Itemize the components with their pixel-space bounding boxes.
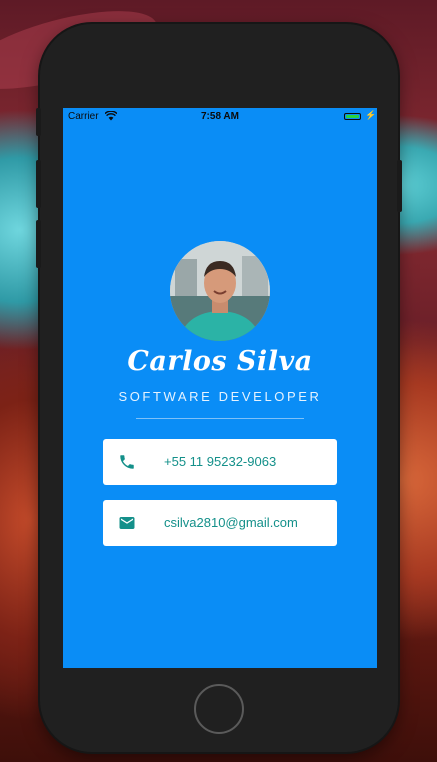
phone-side-button-silent [36, 108, 41, 136]
home-button[interactable] [194, 684, 244, 734]
charging-bolt-icon: ⚡ [365, 110, 377, 120]
divider [136, 418, 304, 419]
profile-name: Carlos Silva [127, 346, 313, 377]
email-icon [119, 517, 135, 529]
status-bar: Carrier 7:58 AM ⚡ [63, 108, 377, 126]
profile-role: SOFTWARE DEVELOPER [118, 389, 322, 404]
phone-side-button-volume-down [36, 220, 41, 268]
phone-icon [120, 455, 134, 469]
email-contact-card[interactable]: csilva2810@gmail.com [103, 500, 337, 546]
status-time: 7:58 AM [201, 111, 239, 122]
email-address-text: csilva2810@gmail.com [164, 515, 298, 530]
avatar [170, 241, 270, 341]
phone-side-button-volume-up [36, 160, 41, 208]
avatar-photo [170, 241, 270, 341]
battery-icon [344, 113, 361, 120]
app-screen: Carrier 7:58 AM ⚡ Carlos Silva SOFTWARE … [63, 108, 377, 668]
phone-side-button-power [397, 160, 402, 212]
phone-number-text: +55 11 95232-9063 [164, 454, 277, 469]
phone-contact-card[interactable]: +55 11 95232-9063 [103, 439, 337, 485]
